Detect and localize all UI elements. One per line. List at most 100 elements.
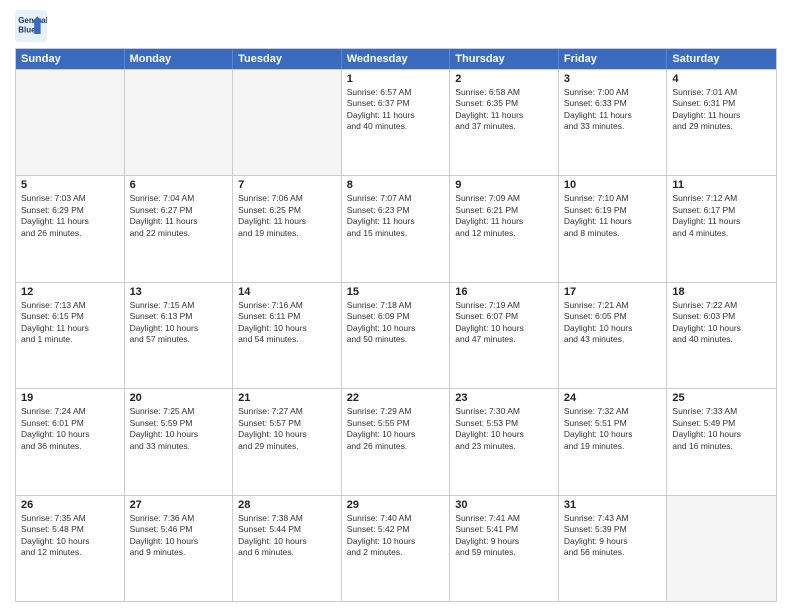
cell-info: Sunrise: 7:36 AM Sunset: 5:46 PM Dayligh… [130, 513, 228, 559]
cell-day-number: 15 [347, 286, 445, 298]
cell-info: Sunrise: 7:22 AM Sunset: 6:03 PM Dayligh… [672, 300, 771, 346]
cell-day-number: 11 [672, 179, 771, 191]
cell-info: Sunrise: 6:58 AM Sunset: 6:35 PM Dayligh… [455, 87, 553, 133]
day-header: Saturday [667, 49, 776, 69]
cell-info: Sunrise: 7:03 AM Sunset: 6:29 PM Dayligh… [21, 193, 119, 239]
cell-info: Sunrise: 7:12 AM Sunset: 6:17 PM Dayligh… [672, 193, 771, 239]
cell-info: Sunrise: 7:19 AM Sunset: 6:07 PM Dayligh… [455, 300, 553, 346]
cell-day-number: 2 [455, 73, 553, 85]
calendar-cell: 23Sunrise: 7:30 AM Sunset: 5:53 PM Dayli… [450, 389, 559, 494]
svg-text:General: General [18, 16, 47, 25]
week-row: 12 Sunrise: 7:13 AM Sunset: 6:15 PM Dayli… [16, 282, 776, 388]
calendar-cell: 31 Sunrise: 7:43 AM Sunset: 5:39 PM Dayli… [559, 496, 668, 601]
calendar-cell: 15 Sunrise: 7:18 AM Sunset: 6:09 PM Dayli… [342, 283, 451, 388]
day-header: Sunday [16, 49, 125, 69]
cell-day-number: 19 [21, 392, 119, 404]
calendar-cell: 3 Sunrise: 7:00 AM Sunset: 6:33 PM Daylig… [559, 70, 668, 175]
day-header: Monday [125, 49, 234, 69]
calendar-cell [667, 496, 776, 601]
cell-day-number: 22 [347, 392, 445, 404]
cell-day-number: 29 [347, 499, 445, 511]
svg-text:Blue: Blue [18, 25, 36, 34]
cell-day-number: 24 [564, 392, 662, 404]
cell-info: Sunrise: 7:04 AM Sunset: 6:27 PM Dayligh… [130, 193, 228, 239]
cell-day-number: 28 [238, 499, 336, 511]
calendar-cell: 28Sunrise: 7:38 AM Sunset: 5:44 PM Dayli… [233, 496, 342, 601]
calendar-cell [233, 70, 342, 175]
calendar-cell: 22Sunrise: 7:29 AM Sunset: 5:55 PM Dayli… [342, 389, 451, 494]
calendar-cell: 29Sunrise: 7:40 AM Sunset: 5:42 PM Dayli… [342, 496, 451, 601]
logo-icon: General Blue [15, 10, 47, 42]
cell-day-number: 3 [564, 73, 662, 85]
day-headers-row: SundayMondayTuesdayWednesdayThursdayFrid… [16, 49, 776, 69]
day-header: Friday [559, 49, 668, 69]
cell-info: Sunrise: 7:43 AM Sunset: 5:39 PM Dayligh… [564, 513, 662, 559]
cell-info: Sunrise: 7:24 AM Sunset: 6:01 PM Dayligh… [21, 406, 119, 452]
calendar-cell: 26Sunrise: 7:35 AM Sunset: 5:48 PM Dayli… [16, 496, 125, 601]
cell-info: Sunrise: 7:01 AM Sunset: 6:31 PM Dayligh… [672, 87, 771, 133]
cell-day-number: 12 [21, 286, 119, 298]
calendar-cell [16, 70, 125, 175]
cell-day-number: 20 [130, 392, 228, 404]
week-row: 5 Sunrise: 7:03 AM Sunset: 6:29 PM Daylig… [16, 175, 776, 281]
cell-day-number: 31 [564, 499, 662, 511]
cell-day-number: 30 [455, 499, 553, 511]
cell-day-number: 4 [672, 73, 771, 85]
cell-day-number: 14 [238, 286, 336, 298]
cell-info: Sunrise: 7:13 AM Sunset: 6:15 PM Dayligh… [21, 300, 119, 346]
calendar-cell: 17 Sunrise: 7:21 AM Sunset: 6:05 PM Dayli… [559, 283, 668, 388]
cell-info: Sunrise: 7:06 AM Sunset: 6:25 PM Dayligh… [238, 193, 336, 239]
cell-info: Sunrise: 7:16 AM Sunset: 6:11 PM Dayligh… [238, 300, 336, 346]
cell-info: Sunrise: 7:35 AM Sunset: 5:48 PM Dayligh… [21, 513, 119, 559]
cell-info: Sunrise: 6:57 AM Sunset: 6:37 PM Dayligh… [347, 87, 445, 133]
calendar-cell: 7 Sunrise: 7:06 AM Sunset: 6:25 PM Daylig… [233, 176, 342, 281]
day-header: Wednesday [342, 49, 451, 69]
calendar-cell: 4 Sunrise: 7:01 AM Sunset: 6:31 PM Daylig… [667, 70, 776, 175]
calendar-cell: 16 Sunrise: 7:19 AM Sunset: 6:07 PM Dayli… [450, 283, 559, 388]
calendar-cell: 21Sunrise: 7:27 AM Sunset: 5:57 PM Dayli… [233, 389, 342, 494]
day-header: Thursday [450, 49, 559, 69]
cell-day-number: 27 [130, 499, 228, 511]
cell-day-number: 8 [347, 179, 445, 191]
calendar-cell: 5 Sunrise: 7:03 AM Sunset: 6:29 PM Daylig… [16, 176, 125, 281]
calendar-cell: 30Sunrise: 7:41 AM Sunset: 5:41 PM Dayli… [450, 496, 559, 601]
calendar-cell: 10 Sunrise: 7:10 AM Sunset: 6:19 PM Dayli… [559, 176, 668, 281]
cell-day-number: 10 [564, 179, 662, 191]
page: General Blue SundayMondayTuesdayWednesda… [0, 0, 792, 612]
cell-day-number: 23 [455, 392, 553, 404]
cell-info: Sunrise: 7:21 AM Sunset: 6:05 PM Dayligh… [564, 300, 662, 346]
cell-day-number: 6 [130, 179, 228, 191]
header: General Blue [15, 10, 777, 42]
cell-info: Sunrise: 7:09 AM Sunset: 6:21 PM Dayligh… [455, 193, 553, 239]
cell-info: Sunrise: 7:07 AM Sunset: 6:23 PM Dayligh… [347, 193, 445, 239]
calendar-cell: 13 Sunrise: 7:15 AM Sunset: 6:13 PM Dayli… [125, 283, 234, 388]
cell-day-number: 7 [238, 179, 336, 191]
logo: General Blue [15, 10, 51, 42]
cell-info: Sunrise: 7:18 AM Sunset: 6:09 PM Dayligh… [347, 300, 445, 346]
cell-day-number: 13 [130, 286, 228, 298]
week-row: 1Sunrise: 6:57 AM Sunset: 6:37 PM Daylig… [16, 69, 776, 175]
cell-info: Sunrise: 7:25 AM Sunset: 5:59 PM Dayligh… [130, 406, 228, 452]
cell-day-number: 9 [455, 179, 553, 191]
calendar-cell: 1Sunrise: 6:57 AM Sunset: 6:37 PM Daylig… [342, 70, 451, 175]
calendar-cell: 27 Sunrise: 7:36 AM Sunset: 5:46 PM Dayli… [125, 496, 234, 601]
week-row: 19 Sunrise: 7:24 AM Sunset: 6:01 PM Dayli… [16, 388, 776, 494]
cell-day-number: 17 [564, 286, 662, 298]
calendar-cell: 24 Sunrise: 7:32 AM Sunset: 5:51 PM Dayli… [559, 389, 668, 494]
calendar-cell: 25Sunrise: 7:33 AM Sunset: 5:49 PM Dayli… [667, 389, 776, 494]
cell-day-number: 16 [455, 286, 553, 298]
calendar-cell [125, 70, 234, 175]
cell-info: Sunrise: 7:32 AM Sunset: 5:51 PM Dayligh… [564, 406, 662, 452]
day-header: Tuesday [233, 49, 342, 69]
cell-day-number: 21 [238, 392, 336, 404]
cell-day-number: 18 [672, 286, 771, 298]
calendar-cell: 8 Sunrise: 7:07 AM Sunset: 6:23 PM Daylig… [342, 176, 451, 281]
cell-info: Sunrise: 7:10 AM Sunset: 6:19 PM Dayligh… [564, 193, 662, 239]
weeks-container: 1Sunrise: 6:57 AM Sunset: 6:37 PM Daylig… [16, 69, 776, 601]
cell-day-number: 5 [21, 179, 119, 191]
calendar-cell: 6 Sunrise: 7:04 AM Sunset: 6:27 PM Daylig… [125, 176, 234, 281]
cell-day-number: 25 [672, 392, 771, 404]
calendar-cell: 9 Sunrise: 7:09 AM Sunset: 6:21 PM Daylig… [450, 176, 559, 281]
cell-info: Sunrise: 7:15 AM Sunset: 6:13 PM Dayligh… [130, 300, 228, 346]
cell-info: Sunrise: 7:00 AM Sunset: 6:33 PM Dayligh… [564, 87, 662, 133]
